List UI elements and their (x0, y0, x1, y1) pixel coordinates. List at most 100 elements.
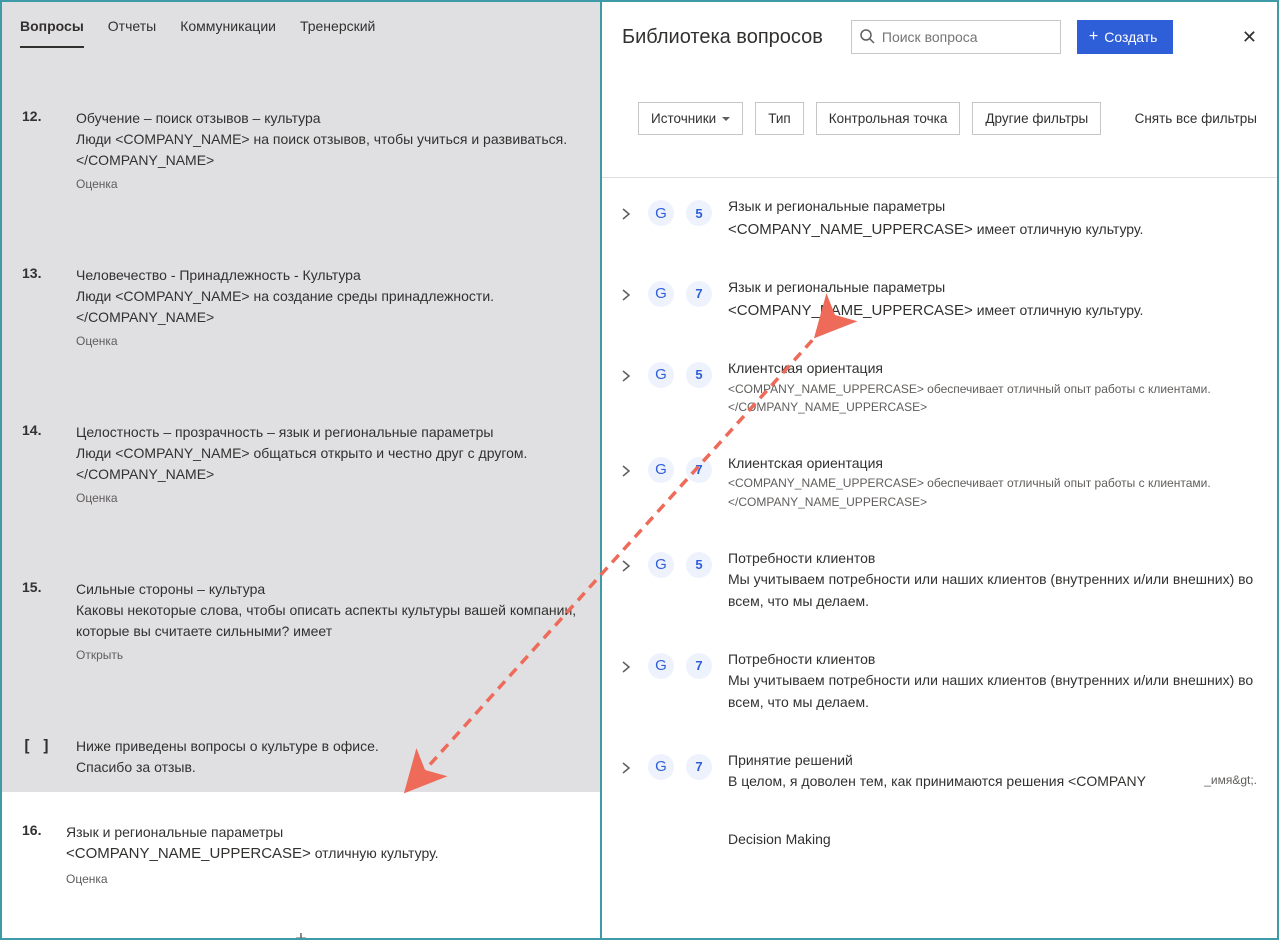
library-text: Принятие решенийВ целом, я доволен тем, … (722, 750, 1257, 793)
expand-chevron[interactable] (614, 829, 638, 841)
library-category: Язык и региональные параметры (728, 277, 1257, 299)
question-title: Обучение – поиск отзывов – культура (76, 108, 580, 129)
filter-sources[interactable]: Источники (638, 102, 743, 135)
library-row[interactable]: G7 Принятие решенийВ целом, я доволен тем… (602, 732, 1277, 811)
question-number: 13. (22, 265, 76, 348)
tab-reports[interactable]: Отчеты (108, 12, 156, 48)
library-panel: Библиотека вопросов + Создать ✕ Источник… (600, 0, 1279, 940)
library-category: Потребности клиентов (728, 649, 1257, 671)
library-title: Библиотека вопросов (622, 26, 823, 49)
close-button[interactable]: ✕ (1242, 27, 1257, 48)
tab-questions[interactable]: Вопросы (20, 12, 84, 48)
library-category: Клиентская ориентация (728, 358, 1257, 380)
library-body: Мы учитываем потребности или наших клиен… (728, 569, 1257, 612)
source-icon: G (648, 362, 674, 388)
expand-chevron[interactable] (614, 196, 638, 220)
question-description: Люди <COMPANY_NAME> общаться открыто и ч… (76, 443, 580, 485)
expand-chevron[interactable] (614, 453, 638, 477)
question-item[interactable]: 13. Человечество - Принадлежность - Куль… (22, 245, 580, 362)
filter-checkpoint[interactable]: Контрольная точка (816, 102, 961, 135)
search-icon (859, 28, 875, 44)
question-title: Сильные стороны – культура (76, 579, 580, 600)
question-type: Оценка (76, 177, 580, 191)
expand-chevron[interactable] (614, 649, 638, 673)
expand-chevron[interactable] (614, 548, 638, 572)
library-header: Библиотека вопросов + Создать ✕ (602, 2, 1277, 72)
library-category: Decision Making (728, 829, 1257, 851)
question-type: Оценка (76, 491, 580, 505)
create-button[interactable]: + Создать (1077, 20, 1174, 54)
library-body: <COMPANY_NAME_UPPERCASE> имеет отличную … (728, 218, 1257, 241)
chevron-right-icon (620, 289, 632, 301)
expand-chevron[interactable] (614, 358, 638, 382)
question-item[interactable]: 15. Сильные стороны – культура Каковы не… (22, 559, 580, 676)
library-row[interactable]: G7 Клиентская ориентация<COMPANY_NAME_UPP… (602, 435, 1277, 530)
source-icon: G (648, 653, 674, 679)
question-type: Открыть (76, 648, 580, 662)
library-body: В целом, я доволен тем, как принимаются … (728, 771, 1257, 793)
library-category: Потребности клиентов (728, 548, 1257, 570)
library-body: <COMPANY_NAME_UPPERCASE> обеспечивает от… (728, 474, 1257, 511)
question-description: Каковы некоторые слова, чтобы описать ас… (76, 600, 580, 642)
library-text: Клиентская ориентация<COMPANY_NAME_UPPER… (722, 453, 1257, 512)
section-note[interactable]: [ ] Ниже приведены вопросы о культуре в … (22, 716, 580, 792)
library-category: Язык и региональные параметры (728, 196, 1257, 218)
question-number: 15. (22, 579, 76, 662)
library-row[interactable]: G5Язык и региональные параметры<COMPANY_… (602, 178, 1277, 259)
library-text: Decision Making (722, 829, 1257, 851)
library-text: Клиентская ориентация<COMPANY_NAME_UPPER… (722, 358, 1257, 417)
library-body: <COMPANY_NAME_UPPERCASE> обеспечивает от… (728, 380, 1257, 417)
plus-icon: + (289, 928, 313, 939)
question-item[interactable]: 12. Обучение – поиск отзывов – культура … (22, 88, 580, 205)
library-category: Принятие решений (728, 750, 1257, 772)
expand-chevron[interactable] (614, 750, 638, 774)
library-row[interactable]: Decision Making (602, 811, 1277, 877)
expand-chevron[interactable] (614, 277, 638, 301)
question-type: Оценка (66, 872, 580, 886)
library-list[interactable]: G5Язык и региональные параметры<COMPANY_… (602, 177, 1277, 938)
question-description: <COMPANY_NAME_UPPERCASE> отличную культу… (66, 843, 580, 866)
library-text: Язык и региональные параметры<COMPANY_NA… (722, 196, 1257, 241)
chevron-right-icon (620, 762, 632, 774)
chevron-right-icon (620, 370, 632, 382)
search-wrap (851, 20, 1061, 54)
question-list: 12. Обучение – поиск отзывов – культура … (2, 48, 600, 938)
library-row[interactable]: G7Потребности клиентовМы учитываем потре… (602, 631, 1277, 732)
left-pane: Вопросы Отчеты Коммуникации Тренерский 1… (0, 0, 600, 940)
library-body: <COMPANY_NAME_UPPERCASE> имеет отличную … (728, 299, 1257, 322)
tab-coaching[interactable]: Тренерский (300, 12, 375, 48)
question-title: Целостность – прозрачность – язык и реги… (76, 422, 580, 443)
library-row[interactable]: G5Клиентская ориентация<COMPANY_NAME_UPP… (602, 340, 1277, 435)
question-description: Люди <COMPANY_NAME> на поиск отзывов, чт… (76, 129, 580, 171)
source-icon: G (648, 552, 674, 578)
question-description: Люди <COMPANY_NAME> на создание среды пр… (76, 286, 580, 328)
count-badge: 5 (686, 552, 712, 578)
tab-bar: Вопросы Отчеты Коммуникации Тренерский (2, 2, 600, 48)
drop-zone[interactable]: 16. Язык и региональные параметры <COMPA… (2, 792, 600, 938)
question-item[interactable]: 14. Целостность – прозрачность – язык и … (22, 402, 580, 519)
count-badge: 7 (686, 754, 712, 780)
source-icon: G (648, 457, 674, 483)
clear-filters-button[interactable]: Снять все фильтры (1135, 111, 1257, 126)
source-icon: G (648, 281, 674, 307)
search-input[interactable] (851, 20, 1061, 54)
filter-other[interactable]: Другие фильтры (972, 102, 1101, 135)
count-badge: 7 (686, 281, 712, 307)
library-row[interactable]: G7 Язык и региональные параметры<COMPANY_… (602, 259, 1277, 340)
library-category: Клиентская ориентация (728, 453, 1257, 475)
close-icon: ✕ (1242, 27, 1257, 47)
filter-type[interactable]: Тип (755, 102, 804, 135)
section-line: Ниже приведены вопросы о культуре в офис… (76, 736, 580, 757)
chevron-right-icon (620, 661, 632, 673)
source-icon: G (648, 754, 674, 780)
tab-communications[interactable]: Коммуникации (180, 12, 276, 48)
plus-icon: + (1089, 28, 1098, 46)
section-marker: [ ] (22, 736, 76, 778)
library-row[interactable]: G5 Потребности клиентовМы учитываем потре… (602, 530, 1277, 631)
question-item[interactable]: 16. Язык и региональные параметры <COMPA… (22, 812, 580, 896)
question-title: Язык и региональные параметры (66, 822, 580, 843)
question-number: 14. (22, 422, 76, 505)
add-question-line[interactable]: + (81, 928, 521, 939)
count-badge: 7 (686, 457, 712, 483)
count-badge: 5 (686, 200, 712, 226)
